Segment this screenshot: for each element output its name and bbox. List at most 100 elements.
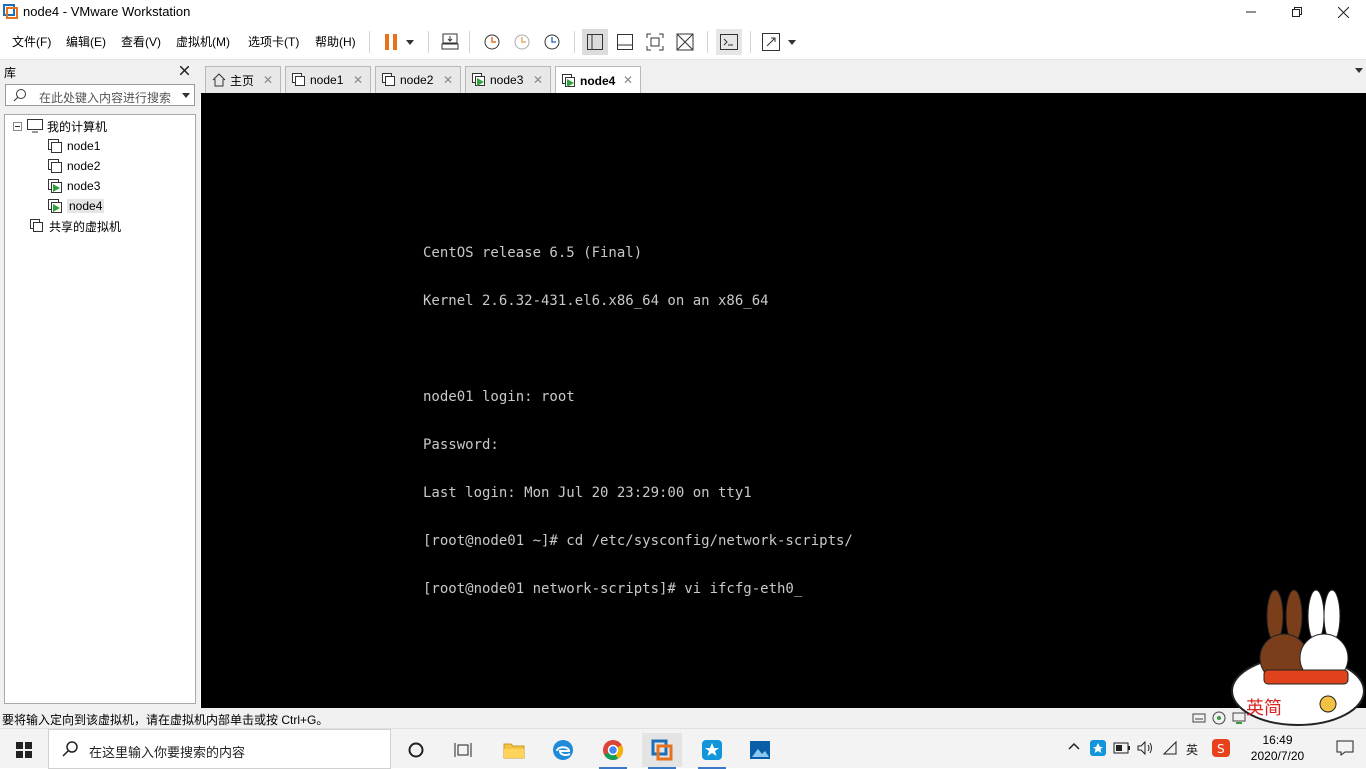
tab-node3[interactable]: node3 ✕	[465, 66, 551, 93]
tree-item-node4[interactable]: node4	[47, 197, 105, 215]
library-title: 库	[4, 66, 17, 80]
task-view-button[interactable]	[443, 733, 483, 767]
menu-vm[interactable]: 虚拟机(M)	[176, 33, 230, 50]
menu-file[interactable]: 文件(F)	[12, 33, 51, 50]
thumbnail-bar-icon	[617, 34, 633, 50]
close-window-button[interactable]	[1320, 0, 1366, 24]
notification-icon[interactable]	[1336, 740, 1354, 756]
toolbar-separator	[428, 31, 429, 53]
minimize-icon	[1246, 11, 1256, 13]
console-view-button[interactable]	[716, 29, 742, 55]
status-bar: 要将输入定向到该虚拟机，请在虚拟机内部单击或按 Ctrl+G。	[0, 708, 1366, 728]
toolbar-separator	[574, 31, 575, 53]
vm-running-icon	[562, 73, 575, 87]
tab-close-icon[interactable]: ✕	[443, 73, 453, 87]
tree-item-shared-vms[interactable]: 共享的虚拟机	[29, 217, 121, 235]
tree-item-label: 共享的虚拟机	[49, 219, 122, 234]
close-icon	[179, 65, 190, 76]
snapshot-button[interactable]	[479, 29, 505, 55]
terminal-line: node01 login: root	[423, 389, 575, 405]
library-panel: 库 在此处键入内容进行搜索 我的计算机 node1 node2 node3 no…	[0, 60, 200, 708]
tree-item-label: node3	[67, 179, 101, 193]
library-search-input[interactable]: 在此处键入内容进行搜索	[5, 84, 195, 106]
show-library-button[interactable]	[582, 29, 608, 55]
tree-item-node3[interactable]: node3	[47, 177, 100, 195]
ime-indicator[interactable]: 英	[1186, 741, 1198, 758]
collapse-icon[interactable]	[13, 121, 22, 131]
tree-item-my-computer[interactable]: 我的计算机	[13, 117, 107, 135]
tab-close-icon[interactable]: ✕	[623, 73, 633, 87]
menu-help[interactable]: 帮助(H)	[315, 33, 356, 50]
bluetooth-tray-icon[interactable]	[1090, 740, 1106, 756]
folder-icon	[503, 743, 525, 759]
chevron-down-icon	[406, 39, 414, 45]
chrome-icon	[603, 740, 624, 761]
menu-edit[interactable]: 编辑(E)	[66, 33, 106, 50]
wifi-icon[interactable]	[1162, 740, 1178, 756]
volume-icon[interactable]	[1137, 740, 1153, 756]
chevron-down-icon[interactable]	[182, 93, 190, 98]
tree-root-label: 我的计算机	[47, 119, 108, 134]
clock-date: 2020/7/20	[1250, 749, 1305, 763]
edge-icon	[553, 740, 573, 760]
chrome-button[interactable]	[593, 733, 633, 769]
show-thumbnail-bar-button[interactable]	[612, 29, 638, 55]
battery-icon[interactable]	[1113, 740, 1131, 756]
start-button[interactable]	[4, 733, 44, 767]
full-screen-button[interactable]	[642, 29, 668, 55]
stretch-icon	[762, 33, 780, 51]
vm-icon	[48, 159, 62, 173]
tab-list-dropdown-icon[interactable]	[1355, 68, 1363, 73]
library-close-button[interactable]	[179, 62, 190, 78]
tab-label: node3	[490, 73, 524, 87]
qq-app-button[interactable]	[692, 733, 732, 769]
taskbar-search-input[interactable]: 在这里输入你要搜索的内容	[48, 729, 391, 769]
edge-button[interactable]	[543, 733, 583, 767]
hard-disk-icon[interactable]	[1192, 711, 1206, 725]
vmware-taskbar-button[interactable]	[642, 733, 682, 769]
tab-close-icon[interactable]: ✕	[353, 73, 363, 87]
send-ctrl-alt-del-button[interactable]	[437, 29, 463, 55]
file-explorer-button[interactable]	[494, 733, 534, 767]
vmware-logo-icon	[3, 4, 18, 19]
revert-snapshot-button[interactable]	[509, 29, 535, 55]
tab-node1[interactable]: node1 ✕	[285, 66, 371, 93]
clock[interactable]: 16:49 2020/7/20	[1240, 732, 1315, 764]
tab-home[interactable]: 主页 ✕	[205, 66, 281, 93]
tab-node4[interactable]: node4 ✕	[555, 66, 641, 94]
cortana-icon	[408, 742, 424, 758]
vm-icon	[48, 139, 62, 153]
tab-close-icon[interactable]: ✕	[263, 73, 273, 87]
cd-drive-icon[interactable]	[1212, 711, 1226, 725]
shared-vm-icon	[30, 219, 43, 232]
cortana-button[interactable]	[396, 733, 436, 767]
vm-running-icon	[48, 199, 62, 213]
keyboard-send-icon	[441, 33, 459, 50]
toolbar-separator	[707, 31, 708, 53]
vm-running-icon	[48, 179, 62, 193]
library-panel-icon	[587, 34, 603, 50]
stretch-dropdown-button[interactable]	[782, 29, 802, 55]
vm-console[interactable]: CentOS release 6.5 (Final) Kernel 2.6.32…	[201, 93, 1366, 708]
chevron-up-icon[interactable]	[1068, 742, 1080, 750]
tree-item-node1[interactable]: node1	[47, 137, 100, 155]
menu-view[interactable]: 查看(V)	[121, 33, 161, 50]
snapshot-manager-button[interactable]	[539, 29, 565, 55]
windows-logo-icon	[16, 742, 32, 758]
terminal-line: Last login: Mon Jul 20 23:29:00 on tty1	[423, 485, 752, 501]
terminal-line: [root@node01 ~]# cd /etc/sysconfig/netwo…	[423, 533, 853, 549]
sogou-tray-icon[interactable]: S	[1212, 739, 1230, 757]
restore-button[interactable]	[1274, 0, 1320, 24]
tree-item-node2[interactable]: node2	[47, 157, 100, 175]
photos-button[interactable]	[740, 733, 780, 767]
menu-tabs[interactable]: 选项卡(T)	[248, 33, 299, 50]
unity-mode-button[interactable]	[672, 29, 698, 55]
stretch-guest-button[interactable]	[758, 29, 784, 55]
tab-close-icon[interactable]: ✕	[533, 73, 543, 87]
restore-icon	[1292, 7, 1302, 17]
tree-item-label: node2	[67, 159, 101, 173]
tab-node2[interactable]: node2 ✕	[375, 66, 461, 93]
power-dropdown-button[interactable]	[400, 29, 420, 55]
minimize-button[interactable]	[1228, 0, 1274, 24]
